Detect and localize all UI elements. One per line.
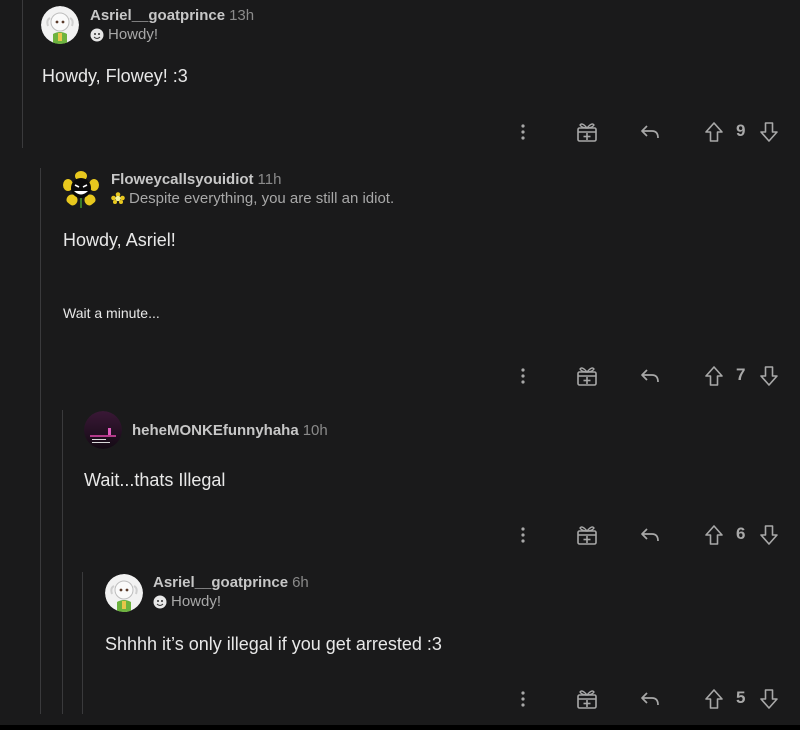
username-text[interactable]: Asriel__goatprince [153,574,288,591]
comment-body: Shhhh it’s only illegal if you get arres… [105,634,442,654]
more-options-button[interactable] [513,685,533,713]
user-flair: Howdy! [153,593,221,610]
goat-avatar-icon [105,574,143,612]
bottom-bar [0,725,800,730]
vote-score: 5 [736,688,746,707]
award-button[interactable] [575,685,599,713]
award-icon [577,690,597,709]
upvote-button[interactable] [703,685,725,713]
comment: Asriel__goatprince 6h Howdy! Shhhh it’s o… [0,0,800,725]
downvote-icon [760,689,778,709]
username[interactable]: Asriel__goatprince 6h [153,574,309,591]
flair-text: Howdy! [171,593,222,610]
downvote-button[interactable] [758,685,780,713]
comment-actions: 5 [505,685,790,713]
upvote-icon [705,689,723,709]
reply-icon [641,692,659,706]
avatar[interactable] [105,574,143,612]
timestamp[interactable]: 6h [292,574,309,591]
reply-button[interactable] [638,685,662,713]
more-options-icon [521,691,525,707]
comment-thread: Asriel__goatprince 13h Howdy! Howdy, Flow… [0,0,800,730]
goat-flair-icon [153,595,167,608]
